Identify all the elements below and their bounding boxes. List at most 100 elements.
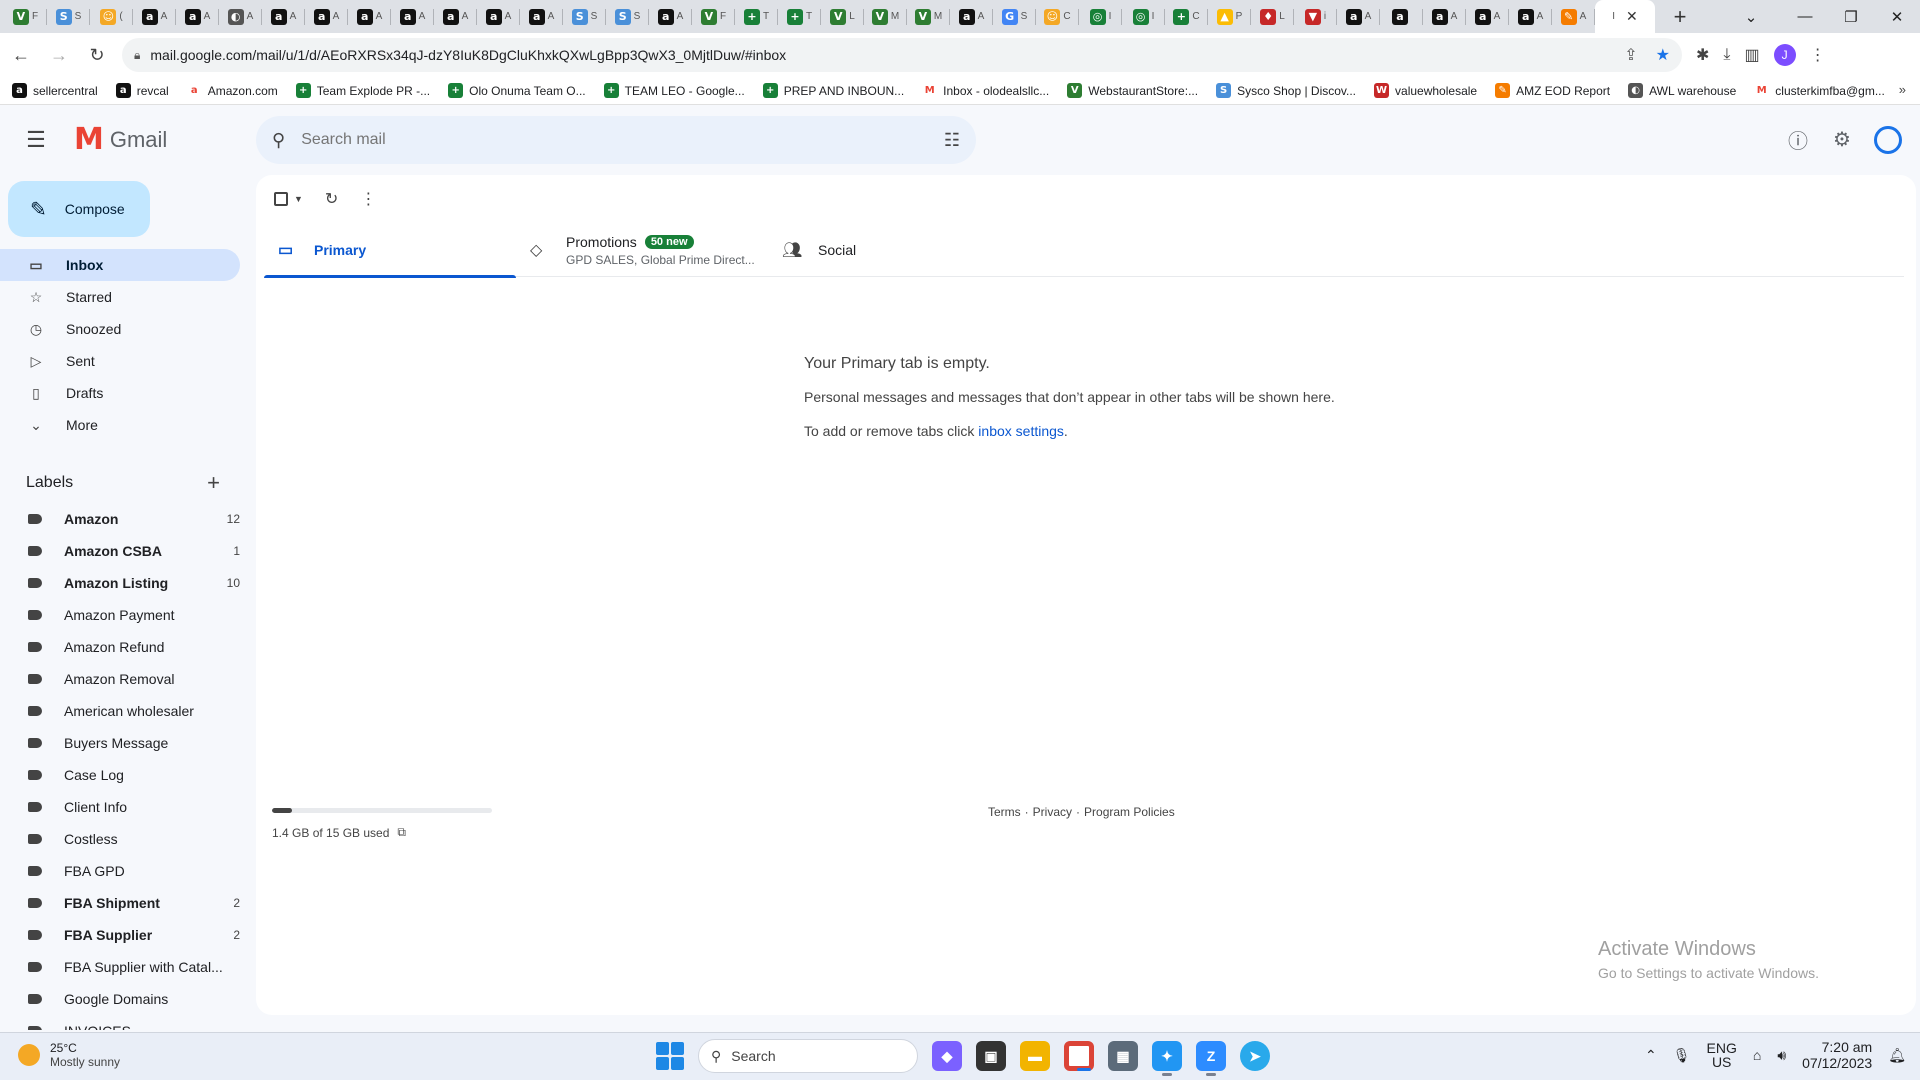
bookmark-item[interactable]: a sellercentral — [12, 83, 98, 98]
sidebar-item-drafts[interactable]: ▯ Drafts — [0, 377, 240, 409]
compose-button[interactable]: ✎ Compose — [8, 181, 150, 237]
close-tab-icon[interactable]: ✕ — [1626, 8, 1638, 25]
extensions-icon[interactable]: ✱ — [1696, 45, 1709, 65]
app-icon[interactable]: ✦ — [1152, 1041, 1182, 1076]
label-item[interactable]: Amazon 12 — [0, 503, 240, 535]
browser-tab[interactable]: aA — [1423, 0, 1466, 33]
volume-icon[interactable]: 🔊︎ — [1777, 1047, 1786, 1064]
tab-promotions[interactable]: ◇ Promotions 50 new GPD SALES, Global Pr… — [516, 223, 768, 277]
label-item[interactable]: Amazon Removal — [0, 663, 240, 695]
create-label-icon[interactable]: + — [207, 470, 220, 496]
bookmark-star-icon[interactable]: ★ — [1656, 45, 1670, 65]
sidebar-item-sent[interactable]: ▷ Sent — [0, 345, 240, 377]
browser-tab[interactable]: SS — [606, 0, 649, 33]
download-icon[interactable]: ⤓ — [1723, 46, 1730, 64]
browser-tab-active[interactable]: I ✕ — [1595, 0, 1655, 33]
copilot-icon[interactable]: ◆ — [932, 1041, 962, 1071]
browser-tab[interactable]: a — [1380, 0, 1423, 33]
bookmark-item[interactable]: + TEAM LEO - Google... — [603, 83, 745, 98]
bookmark-item[interactable]: M Inbox - olodealsllc... — [922, 83, 1049, 98]
browser-tab[interactable]: + T — [778, 0, 821, 33]
microphone-icon[interactable]: 🎙︎ — [1673, 1047, 1691, 1064]
account-avatar[interactable] — [1874, 125, 1902, 154]
browser-tab[interactable]: aA — [348, 0, 391, 33]
browser-tab[interactable]: aA — [176, 0, 219, 33]
bookmark-item[interactable]: ◐ AWL warehouse — [1628, 83, 1736, 98]
label-item[interactable]: Amazon CSBA 1 — [0, 535, 240, 567]
browser-tab[interactable]: ◎ I — [1122, 0, 1165, 33]
browser-tab[interactable]: ♦ L — [1251, 0, 1294, 33]
browser-tab[interactable]: aA — [434, 0, 477, 33]
browser-tab[interactable]: ◐ A — [219, 0, 262, 33]
zoom-icon[interactable]: Z — [1196, 1041, 1226, 1076]
browser-tab[interactable]: ▼ i — [1294, 0, 1337, 33]
task-view-icon[interactable]: ▣ — [976, 1041, 1006, 1071]
address-bar[interactable]: 🔒︎ mail.google.com/mail/u/1/d/AEoRXRSx34… — [122, 38, 1682, 72]
forward-button[interactable]: → — [42, 38, 76, 72]
bookmark-item[interactable]: ✎ AMZ EOD Report — [1495, 83, 1610, 98]
label-item[interactable]: Amazon Payment — [0, 599, 240, 631]
label-item[interactable]: Client Info — [0, 791, 240, 823]
bookmark-item[interactable]: + Olo Onuma Team O... — [448, 83, 586, 98]
browser-tab[interactable]: SS — [47, 0, 90, 33]
browser-tab[interactable]: aA — [1337, 0, 1380, 33]
label-item[interactable]: Buyers Message — [0, 727, 240, 759]
sidebar-item-starred[interactable]: ☆ Starred — [0, 281, 240, 313]
chevron-up-icon[interactable]: ⌃ — [1645, 1047, 1657, 1064]
notification-bell-icon[interactable]: 🔔︎ — [1888, 1047, 1906, 1064]
chrome-icon[interactable] — [1064, 1041, 1094, 1071]
program-policies-link[interactable]: Program Policies — [1084, 805, 1175, 819]
label-item[interactable]: Case Log — [0, 759, 240, 791]
browser-tab[interactable]: aA — [133, 0, 176, 33]
side-panel-icon[interactable]: ▥ — [1744, 45, 1759, 65]
new-tab-button[interactable]: + — [1663, 0, 1697, 33]
main-menu-icon[interactable]: ☰ — [12, 116, 60, 164]
label-item[interactable]: FBA Supplier 2 — [0, 919, 240, 951]
search-icon[interactable]: ⚲ — [272, 130, 285, 151]
label-item[interactable]: INVOICES — [0, 1015, 240, 1030]
calculator-icon[interactable]: ▦ — [1108, 1041, 1138, 1071]
tab-social[interactable]: 👥︎ Social — [768, 223, 1020, 277]
browser-tab[interactable]: VM — [864, 0, 907, 33]
taskbar-search[interactable]: ⚲ Search — [698, 1039, 918, 1073]
search-options-icon[interactable]: ☷ — [944, 130, 960, 151]
browser-tab[interactable]: VF — [692, 0, 735, 33]
browser-tab[interactable]: ☺( — [90, 0, 133, 33]
weather-widget[interactable]: 25°C Mostly sunny — [18, 1041, 120, 1069]
search-input[interactable] — [301, 131, 944, 149]
select-menu-caret-icon[interactable]: ▼ — [294, 194, 303, 204]
tab-primary[interactable]: ▭ Primary — [264, 223, 516, 278]
browser-tab[interactable]: aA — [1466, 0, 1509, 33]
browser-tab[interactable]: + C — [1165, 0, 1208, 33]
label-item[interactable]: Costless — [0, 823, 240, 855]
file-explorer-icon[interactable]: ▬ — [1020, 1041, 1050, 1071]
browser-tab[interactable]: aA — [391, 0, 434, 33]
tab-search-icon[interactable]: ⌄ — [1728, 8, 1774, 26]
help-icon[interactable]: ⓘ — [1786, 125, 1810, 154]
browser-tab[interactable]: aA — [262, 0, 305, 33]
browser-tab[interactable]: GS — [993, 0, 1036, 33]
bookmark-item[interactable]: + PREP AND INBOUN... — [762, 83, 904, 98]
browser-tab[interactable]: + T — [735, 0, 778, 33]
browser-tab[interactable]: VM — [907, 0, 950, 33]
profile-avatar[interactable]: J — [1773, 44, 1796, 66]
label-item[interactable]: FBA Supplier with Catal... — [0, 951, 240, 983]
browser-tab[interactable]: aA — [649, 0, 692, 33]
refresh-icon[interactable]: ↻ — [325, 189, 338, 209]
settings-gear-icon[interactable]: ⚙ — [1830, 127, 1854, 152]
sidebar-item-more[interactable]: ⌄ More — [0, 409, 240, 441]
inbox-settings-link[interactable]: inbox settings — [978, 423, 1064, 439]
label-item[interactable]: American wholesaler — [0, 695, 240, 727]
bookmark-item[interactable]: S Sysco Shop | Discov... — [1216, 83, 1356, 98]
back-button[interactable]: ← — [4, 38, 38, 72]
browser-tab[interactable]: SS — [563, 0, 606, 33]
terms-link[interactable]: Terms — [988, 805, 1021, 819]
clock[interactable]: 7:20 am 07/12/2023 — [1802, 1039, 1872, 1071]
privacy-link[interactable]: Privacy — [1033, 805, 1072, 819]
menu-icon[interactable]: ⋮ — [1810, 45, 1826, 65]
label-item[interactable]: FBA Shipment 2 — [0, 887, 240, 919]
browser-tab[interactable]: aA — [1509, 0, 1552, 33]
open-external-icon[interactable]: ⧉ — [397, 825, 406, 840]
sidebar-item-snoozed[interactable]: ◷ Snoozed — [0, 313, 240, 345]
browser-tab[interactable]: ☺ C — [1036, 0, 1079, 33]
